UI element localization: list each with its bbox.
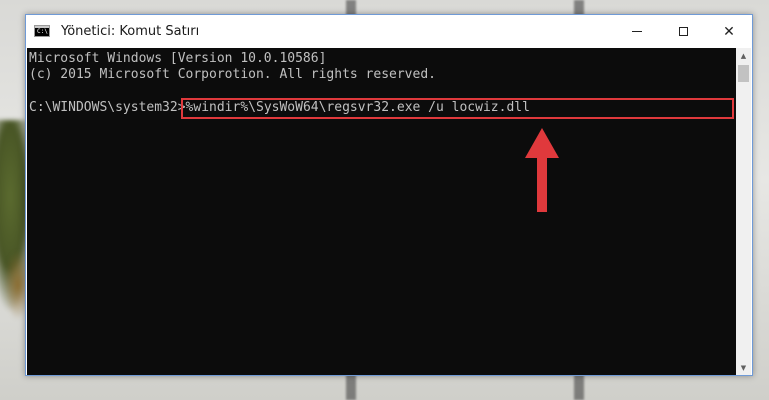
scroll-down-button[interactable]: ▼	[736, 360, 751, 375]
title-bar[interactable]: C:\ Yönetici: Komut Satırı ✕	[26, 15, 752, 48]
console-prompt: C:\WINDOWS\system32>	[29, 100, 186, 115]
minimize-icon	[632, 31, 642, 32]
console-output[interactable]: Microsoft Windows [Version 10.0.10586] (…	[27, 48, 737, 375]
scroll-up-button[interactable]: ▲	[736, 48, 751, 63]
close-icon: ✕	[723, 23, 735, 40]
scroll-down-icon: ▼	[740, 363, 747, 372]
command-prompt-icon-text: C:\	[37, 28, 48, 35]
vertical-scrollbar[interactable]: ▲ ▼	[736, 48, 751, 375]
console-line-version: Microsoft Windows [Version 10.0.10586]	[29, 51, 327, 66]
maximize-button[interactable]	[660, 15, 706, 48]
console-line-copyright: (c) 2015 Microsoft Corporotion. All righ…	[29, 67, 436, 82]
close-button[interactable]: ✕	[706, 15, 752, 48]
scroll-thumb[interactable]	[738, 65, 749, 82]
maximize-icon	[678, 27, 688, 36]
window-title: Yönetici: Komut Satırı	[61, 24, 200, 39]
minimize-button[interactable]	[614, 15, 660, 48]
up-arrow-icon	[525, 128, 559, 212]
command-highlight-box	[181, 98, 734, 119]
command-prompt-icon[interactable]: C:\	[34, 25, 50, 37]
scroll-up-icon: ▲	[740, 51, 747, 60]
command-prompt-window: C:\ Yönetici: Komut Satırı ✕ Microsoft W…	[25, 14, 753, 376]
